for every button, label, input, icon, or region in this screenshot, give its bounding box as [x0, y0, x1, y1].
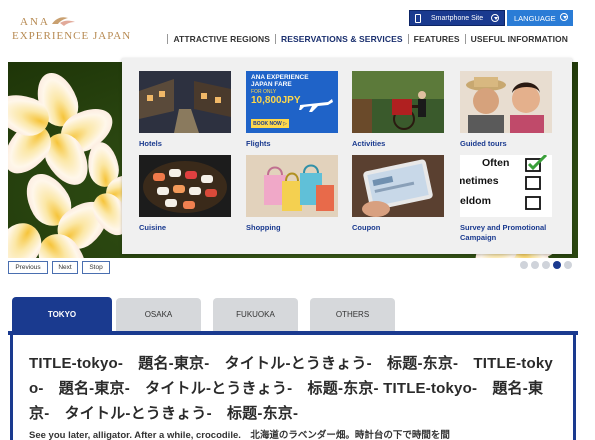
slider-dot-active[interactable]: [553, 261, 561, 269]
menu-tile-flights[interactable]: ANA EXPERIENCE JAPAN FARE FOR ONLY 10,80…: [246, 71, 338, 149]
tab-others[interactable]: OTHERS: [310, 298, 395, 331]
nav-item-features[interactable]: FEATURES: [409, 34, 465, 44]
tab-content-panel: TITLE-tokyo- 題名-東京- タイトル-とうきょう- 标题-东京- T…: [10, 335, 576, 440]
language-button[interactable]: LANGUAGE: [507, 10, 573, 26]
survey-word-sometimes: metimes: [460, 175, 499, 187]
slider-pagination: [520, 261, 572, 269]
hotels-image: [139, 71, 231, 133]
menu-tile-hotels[interactable]: Hotels: [139, 71, 231, 149]
slider-dot[interactable]: [520, 261, 528, 269]
menu-label-cuisine: Cuisine: [139, 223, 167, 232]
slider-dot[interactable]: [564, 261, 572, 269]
top-buttons: Smartphone Site LANGUAGE: [409, 10, 573, 26]
menu-label-guided-tours: Guided tours: [460, 139, 507, 148]
fare-line2: JAPAN FARE: [251, 81, 292, 88]
menu-label-survey: Survey and Promotional Campaign: [460, 223, 547, 242]
menu-tile-activities[interactable]: Activities: [352, 71, 444, 149]
menu-tile-guided-tours[interactable]: Guided tours: [460, 71, 552, 149]
reservations-dropdown-menu: Hotels ANA EXPERIENCE JAPAN FARE FOR ONL…: [122, 58, 572, 254]
menu-label-coupon: Coupon: [352, 223, 381, 232]
smartphone-site-label: Smartphone Site: [431, 14, 484, 22]
slider-stop-button[interactable]: Stop: [82, 261, 110, 274]
activities-image: [352, 71, 444, 133]
menu-tile-coupon[interactable]: Coupon: [352, 155, 444, 233]
survey-image: Often metimes eldom: [460, 155, 552, 217]
guided-tours-image: [460, 71, 552, 133]
smartphone-site-button[interactable]: Smartphone Site: [409, 10, 505, 26]
slider-previous-button[interactable]: Previous: [8, 261, 48, 274]
menu-tile-shopping[interactable]: Shopping: [246, 155, 338, 233]
cuisine-image: [139, 155, 231, 217]
content-body: See you later, alligator. After a while,…: [29, 430, 450, 440]
menu-label-hotels: Hotels: [139, 139, 162, 148]
content-title: TITLE-tokyo- 題名-東京- タイトル-とうきょう- 标题-东京- T…: [29, 355, 553, 422]
tab-tokyo[interactable]: TOKYO: [12, 297, 112, 332]
airplane-icon: [299, 99, 333, 112]
nav-item-useful-information[interactable]: USEFUL INFORMATION: [466, 34, 573, 44]
tab-fukuoka[interactable]: FUKUOKA: [213, 298, 298, 331]
menu-tile-survey[interactable]: Often metimes eldom Survey and Promotion…: [460, 155, 552, 243]
survey-word-often: Often: [482, 157, 510, 169]
main-nav: ATTRACTIVE REGIONS RESERVATIONS & SERVIC…: [167, 32, 573, 46]
fare-price: 10,800JPY: [251, 95, 301, 106]
chevron-down-icon: [491, 14, 499, 22]
smartphone-icon: [415, 13, 421, 23]
language-label: LANGUAGE: [514, 13, 556, 23]
chevron-down-icon: [560, 13, 568, 21]
logo-line1: ANA: [20, 16, 50, 28]
nav-item-reservations-services[interactable]: RESERVATIONS & SERVICES: [276, 34, 408, 44]
tab-osaka[interactable]: OSAKA: [116, 298, 201, 331]
slider-dot[interactable]: [531, 261, 539, 269]
slider-dot[interactable]: [542, 261, 550, 269]
logo-line2: EXPERIENCE JAPAN: [12, 30, 132, 42]
shopping-image: [246, 155, 338, 217]
survey-word-seldom: eldom: [460, 195, 491, 207]
menu-label-activities: Activities: [352, 139, 386, 148]
slider-next-button[interactable]: Next: [52, 261, 78, 274]
flights-fare-banner: ANA EXPERIENCE JAPAN FARE FOR ONLY 10,80…: [246, 71, 338, 133]
ana-logo[interactable]: ANA EXPERIENCE JAPAN: [8, 16, 130, 48]
fare-book-now: BOOK NOW ▷: [251, 119, 289, 128]
nav-item-attractive-regions[interactable]: ATTRACTIVE REGIONS: [168, 34, 275, 44]
menu-label-flights: Flights: [246, 139, 271, 148]
coupon-image: [352, 155, 444, 217]
crane-logo-icon: [52, 17, 75, 26]
checkbox-icon: [525, 155, 548, 210]
menu-label-shopping: Shopping: [246, 223, 281, 232]
fare-line1: ANA EXPERIENCE: [251, 74, 309, 81]
menu-tile-cuisine[interactable]: Cuisine: [139, 155, 231, 233]
